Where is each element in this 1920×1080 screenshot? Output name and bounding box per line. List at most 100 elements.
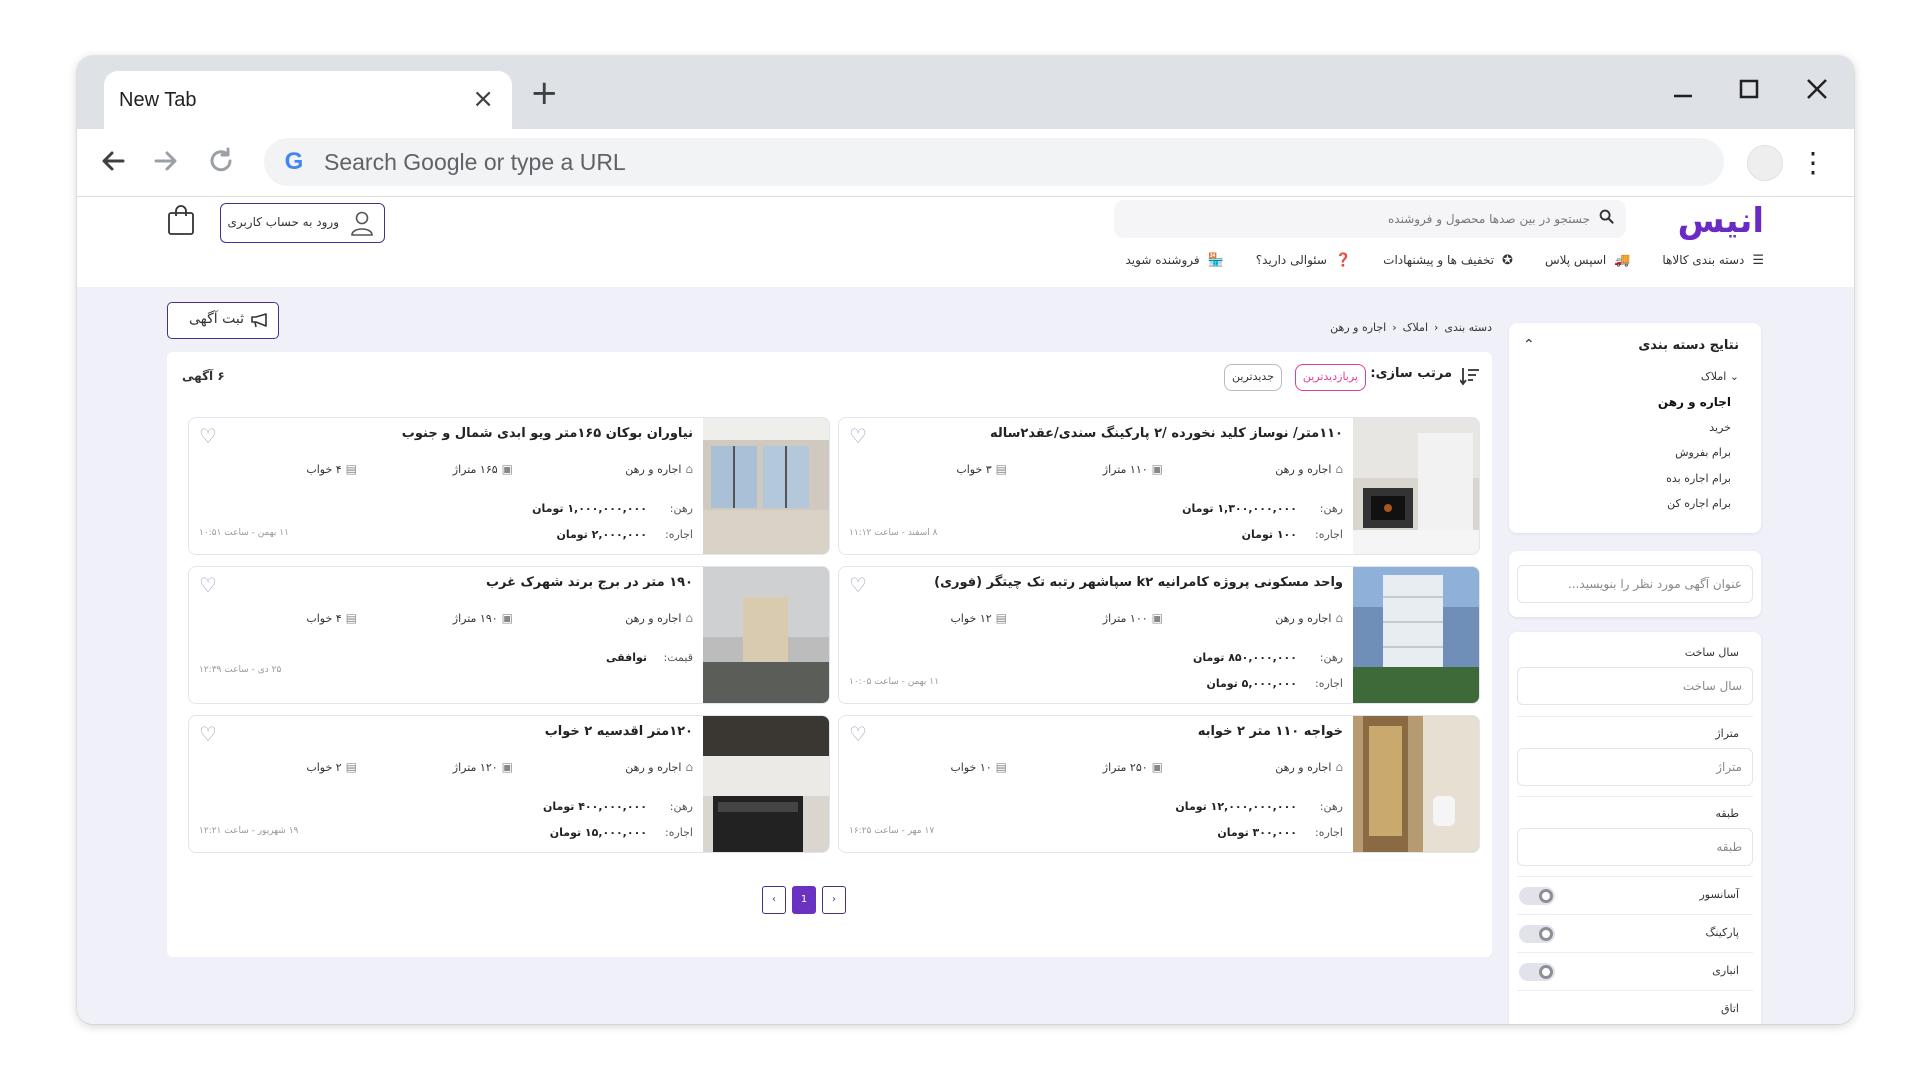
bed-icon: ▤ xyxy=(345,760,357,774)
area-input[interactable] xyxy=(1517,748,1753,786)
category-item-buy[interactable]: خرید xyxy=(1709,421,1731,434)
tab-new-tab[interactable]: New Tab × xyxy=(104,71,512,129)
category-item-rent-mortgage[interactable]: اجاره و رهن xyxy=(1658,395,1731,409)
divider xyxy=(1517,914,1753,915)
close-tab-icon[interactable]: × xyxy=(472,85,494,113)
listing-photo[interactable] xyxy=(703,716,829,852)
site-search[interactable] xyxy=(1114,200,1626,238)
google-icon: G xyxy=(284,148,304,175)
pagination: ‹ 1 › xyxy=(762,886,846,914)
listing-card[interactable]: ۱۱۰متر/ نوساز کلید نخورده /۲ پارکینگ سند… xyxy=(838,417,1480,555)
year-input[interactable] xyxy=(1517,667,1753,705)
site-logo[interactable]: انیس xyxy=(1678,201,1764,241)
category-item-sell-for-me[interactable]: برام بفروش xyxy=(1675,446,1731,459)
listing-area: ▣ ۱۹۰ متراژ xyxy=(453,611,513,625)
close-window-icon[interactable] xyxy=(1797,72,1837,112)
listing-beds-label: ۴ خواب xyxy=(306,462,342,476)
listing-card[interactable]: واحد مسکونی پروژه کامرانیه k۲ سپاشهر رتب… xyxy=(838,566,1480,704)
sort-most-viewed[interactable]: پربازدیدترین xyxy=(1294,364,1366,391)
deposit-row: رهن: ۱,۳۰۰,۰۰۰,۰۰۰ تومان xyxy=(1182,502,1343,515)
breadcrumb-item[interactable]: دسته بندی xyxy=(1444,321,1492,334)
login-button[interactable]: ورود به حساب کاربری xyxy=(220,203,385,243)
category-item-rent-out-for-me[interactable]: برام اجاره بده xyxy=(1666,472,1731,485)
deposit-row: رهن: ۱۲,۰۰۰,۰۰۰,۰۰۰ تومان xyxy=(1175,800,1343,813)
search-input[interactable] xyxy=(1150,204,1590,234)
listing-photo[interactable] xyxy=(1353,567,1479,703)
ad-title-input[interactable] xyxy=(1517,565,1753,603)
breadcrumb-item[interactable]: اجاره و رهن xyxy=(1330,321,1386,334)
area-icon: ▣ xyxy=(501,462,513,476)
listing-type: ⌂ اجاره و رهن xyxy=(625,462,693,476)
listing-photo[interactable] xyxy=(703,567,829,703)
nav-discounts[interactable]: ✪ تخفیف ها و پیشنهادات xyxy=(1383,245,1513,275)
rent-row: اجاره: ۳۰۰,۰۰۰ تومان xyxy=(1217,826,1343,839)
heart-icon[interactable]: ♡ xyxy=(199,424,217,448)
floor-input[interactable] xyxy=(1517,828,1753,866)
more-menu-icon[interactable]: ⋮ xyxy=(1799,143,1827,183)
pagination-next[interactable]: › xyxy=(822,886,846,914)
heart-icon[interactable]: ♡ xyxy=(849,573,867,597)
listing-type-label: اجاره و رهن xyxy=(1275,760,1332,774)
breadcrumb-item[interactable]: املاک xyxy=(1403,321,1428,334)
nav-questions[interactable]: ❓ سئوالی دارید؟ xyxy=(1256,245,1351,275)
nav-become-seller[interactable]: 🏪 فروشنده شوید xyxy=(1125,245,1223,275)
listing-type-label: اجاره و رهن xyxy=(625,611,682,625)
elevator-toggle[interactable] xyxy=(1519,887,1555,905)
listing-card[interactable]: ۱۹۰ متر در برج برند شهرک غرب ♡ ⌂ اجاره و … xyxy=(188,566,830,704)
listing-type: ⌂ اجاره و رهن xyxy=(625,760,693,774)
listing-photo[interactable] xyxy=(1353,418,1479,554)
listing-photo[interactable] xyxy=(1353,716,1479,852)
divider xyxy=(1517,952,1753,953)
heart-icon[interactable]: ♡ xyxy=(849,424,867,448)
listing-date: ۱۹ شهریور - ساعت ۱۲:۲۱ xyxy=(199,826,299,836)
cart-icon[interactable] xyxy=(166,203,196,237)
web-page: انیس ورود به حساب کاربری ☰ دسته بندی ک xyxy=(77,197,1854,1024)
sort-label: مرتب سازی: xyxy=(1370,366,1452,381)
pagination-page[interactable]: 1 xyxy=(792,886,816,914)
listing-title[interactable]: ۱۲۰متر اقدسیه ۲ خواب xyxy=(545,724,693,739)
pagination-prev[interactable]: ‹ xyxy=(762,886,786,914)
listing-card[interactable]: نیاوران بوکان ۱۶۵متر ویو ابدی شمال و جنو… xyxy=(188,417,830,555)
minimize-icon[interactable] xyxy=(1663,72,1703,112)
category-parent[interactable]: ⌄ املاک xyxy=(1701,370,1739,383)
profile-avatar[interactable] xyxy=(1747,145,1783,181)
listing-photo[interactable] xyxy=(703,418,829,554)
forward-icon[interactable] xyxy=(146,141,186,181)
back-icon[interactable] xyxy=(93,141,133,181)
nav-categories[interactable]: ☰ دسته بندی کالاها xyxy=(1662,245,1764,275)
rent-key: اجاره: xyxy=(665,528,693,541)
chevron-up-icon[interactable]: ⌃ xyxy=(1523,337,1535,353)
heart-icon[interactable]: ♡ xyxy=(199,573,217,597)
house-icon: ⌂ xyxy=(1335,462,1343,476)
category-item-rent-for-me[interactable]: برام اجاره کن xyxy=(1667,497,1731,510)
listing-area-label: ۱۱۰ متراژ xyxy=(1102,462,1148,476)
maximize-icon[interactable] xyxy=(1729,72,1769,112)
listing-title[interactable]: خواجه ۱۱۰ متر ۲ خوابه xyxy=(1198,724,1343,739)
storage-toggle[interactable] xyxy=(1519,963,1555,981)
discount-icon: ✪ xyxy=(1502,252,1513,268)
parking-toggle[interactable] xyxy=(1519,925,1555,943)
listing-card[interactable]: خواجه ۱۱۰ متر ۲ خوابه ♡ ⌂ اجاره و رهن ▣ ۲۵… xyxy=(838,715,1480,853)
sort-newest[interactable]: جدیدترین xyxy=(1224,364,1282,391)
listing-card[interactable]: ۱۲۰متر اقدسیه ۲ خواب ♡ ⌂ اجاره و رهن ▣ ۱۲۰… xyxy=(188,715,830,853)
reload-icon[interactable] xyxy=(201,141,241,181)
listing-date: ۲۵ دی - ساعت ۱۲:۳۹ xyxy=(199,665,282,675)
listing-title[interactable]: ۱۱۰متر/ نوساز کلید نخورده /۲ پارکینگ سند… xyxy=(990,426,1343,441)
listing-beds: ▤ ۱۰ خواب xyxy=(950,760,1007,774)
heart-icon[interactable]: ♡ xyxy=(849,722,867,746)
new-tab-icon[interactable]: + xyxy=(530,76,559,110)
post-ad-button[interactable]: ثبت آگهی xyxy=(167,302,279,339)
area-icon: ▣ xyxy=(501,611,513,625)
house-icon: ⌂ xyxy=(1335,611,1343,625)
listing-date: ۸ اسفند - ساعت ۱۱:۱۲ xyxy=(849,528,938,538)
omnibox[interactable]: G Search Google or type a URL xyxy=(264,138,1724,186)
listing-title[interactable]: واحد مسکونی پروژه کامرانیه k۲ سپاشهر رتب… xyxy=(934,575,1343,590)
search-icon[interactable] xyxy=(1599,209,1614,228)
listing-area-label: ۱۶۵ متراژ xyxy=(452,462,498,476)
omnibox-placeholder: Search Google or type a URL xyxy=(324,149,626,175)
nav-plus[interactable]: 🚚 اسپس پلاس xyxy=(1545,245,1630,275)
listing-title[interactable]: ۱۹۰ متر در برج برند شهرک غرب xyxy=(486,575,693,590)
listing-title[interactable]: نیاوران بوکان ۱۶۵متر ویو ابدی شمال و جنو… xyxy=(402,426,693,441)
heart-icon[interactable]: ♡ xyxy=(199,722,217,746)
sort-icon xyxy=(1459,366,1480,391)
